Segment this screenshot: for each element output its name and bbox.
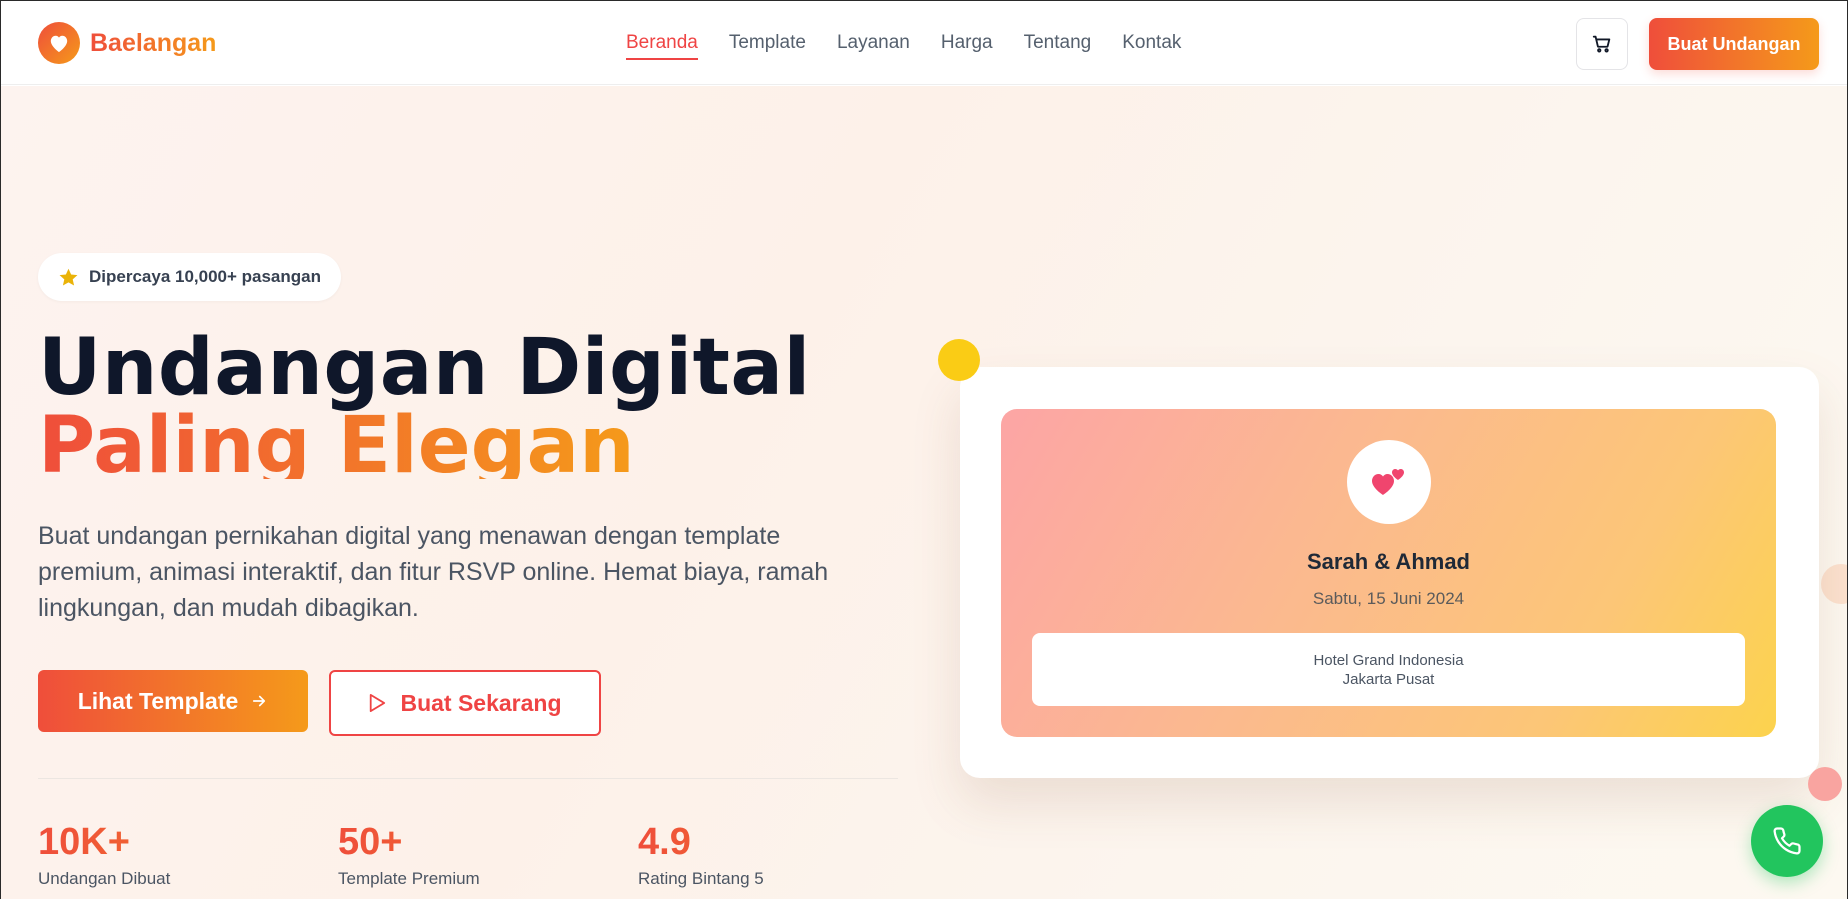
stat-label: Undangan Dibuat	[38, 869, 171, 888]
decorative-circle	[938, 339, 980, 381]
cart-icon	[1592, 35, 1611, 53]
nav-item-tentang[interactable]: Tentang	[1024, 32, 1092, 60]
venue-city: Jakarta Pusat	[1342, 670, 1435, 688]
venue-box: Hotel Grand Indonesia Jakarta Pusat	[1032, 633, 1745, 706]
nav-item-harga[interactable]: Harga	[941, 32, 993, 60]
stat-value: 50+	[338, 823, 480, 861]
event-date: Sabtu, 15 Juni 2024	[1312, 589, 1465, 608]
site-header: Baelangan Beranda Template Layanan Harga…	[1, 1, 1847, 85]
create-now-button[interactable]: Buat Sekarang	[329, 670, 601, 736]
trust-badge-text: Dipercaya 10,000+ pasangan	[89, 267, 321, 286]
trust-badge: Dipercaya 10,000+ pasangan	[38, 253, 341, 301]
stats-divider	[38, 778, 898, 779]
nav-item-layanan[interactable]: Layanan	[837, 32, 910, 60]
view-templates-label: Lihat Template	[77, 687, 239, 714]
nav-item-beranda[interactable]: Beranda	[626, 32, 698, 60]
headline-line-2: Paling Elegan	[38, 407, 635, 479]
stat-rating: 4.9 Rating Bintang 5	[638, 823, 764, 889]
cart-button[interactable]	[1576, 18, 1628, 70]
stat-value: 4.9	[638, 823, 764, 861]
arrow-right-icon	[253, 695, 266, 707]
stat-value: 10K+	[38, 823, 170, 861]
couple-names: Sarah & Ahmad	[1306, 549, 1470, 574]
brand-name: Baelangan	[90, 28, 217, 57]
stat-label: Template Premium	[338, 869, 480, 888]
play-icon	[370, 694, 386, 712]
create-invitation-button[interactable]: Buat Undangan	[1649, 18, 1819, 70]
venue-name: Hotel Grand Indonesia	[1313, 651, 1464, 669]
decorative-circle	[1808, 767, 1842, 801]
stat-templates: 50+ Template Premium	[338, 823, 480, 889]
nav-item-template[interactable]: Template	[729, 32, 806, 60]
invitation-preview-card: Sarah & Ahmad Sabtu, 15 Juni 2024 Hotel …	[960, 367, 1819, 778]
hearts-icon	[1347, 440, 1431, 524]
main-nav: Beranda Template Layanan Harga Tentang K…	[626, 32, 1181, 60]
phone-icon	[1773, 827, 1801, 855]
nav-item-kontak[interactable]: Kontak	[1122, 32, 1181, 60]
hero-description: Buat undangan pernikahan digital yang me…	[38, 522, 829, 622]
stat-invitations: 10K+ Undangan Dibuat	[38, 823, 170, 889]
star-icon	[59, 268, 78, 286]
view-templates-button[interactable]: Lihat Template	[38, 670, 308, 732]
headline-line-1: Undangan Digital	[38, 323, 811, 413]
create-now-label: Buat Sekarang	[400, 689, 562, 716]
invitation-preview-inner: Sarah & Ahmad Sabtu, 15 Juni 2024 Hotel …	[1001, 409, 1776, 737]
decorative-circle	[1821, 564, 1847, 604]
whatsapp-call-button[interactable]	[1751, 805, 1823, 877]
stat-label: Rating Bintang 5	[638, 869, 764, 888]
heart-logo-icon	[38, 22, 80, 64]
brand-logo-link[interactable]: Baelangan	[38, 22, 216, 64]
hero-section: Dipercaya 10,000+ pasangan Undangan Digi…	[1, 86, 1847, 899]
